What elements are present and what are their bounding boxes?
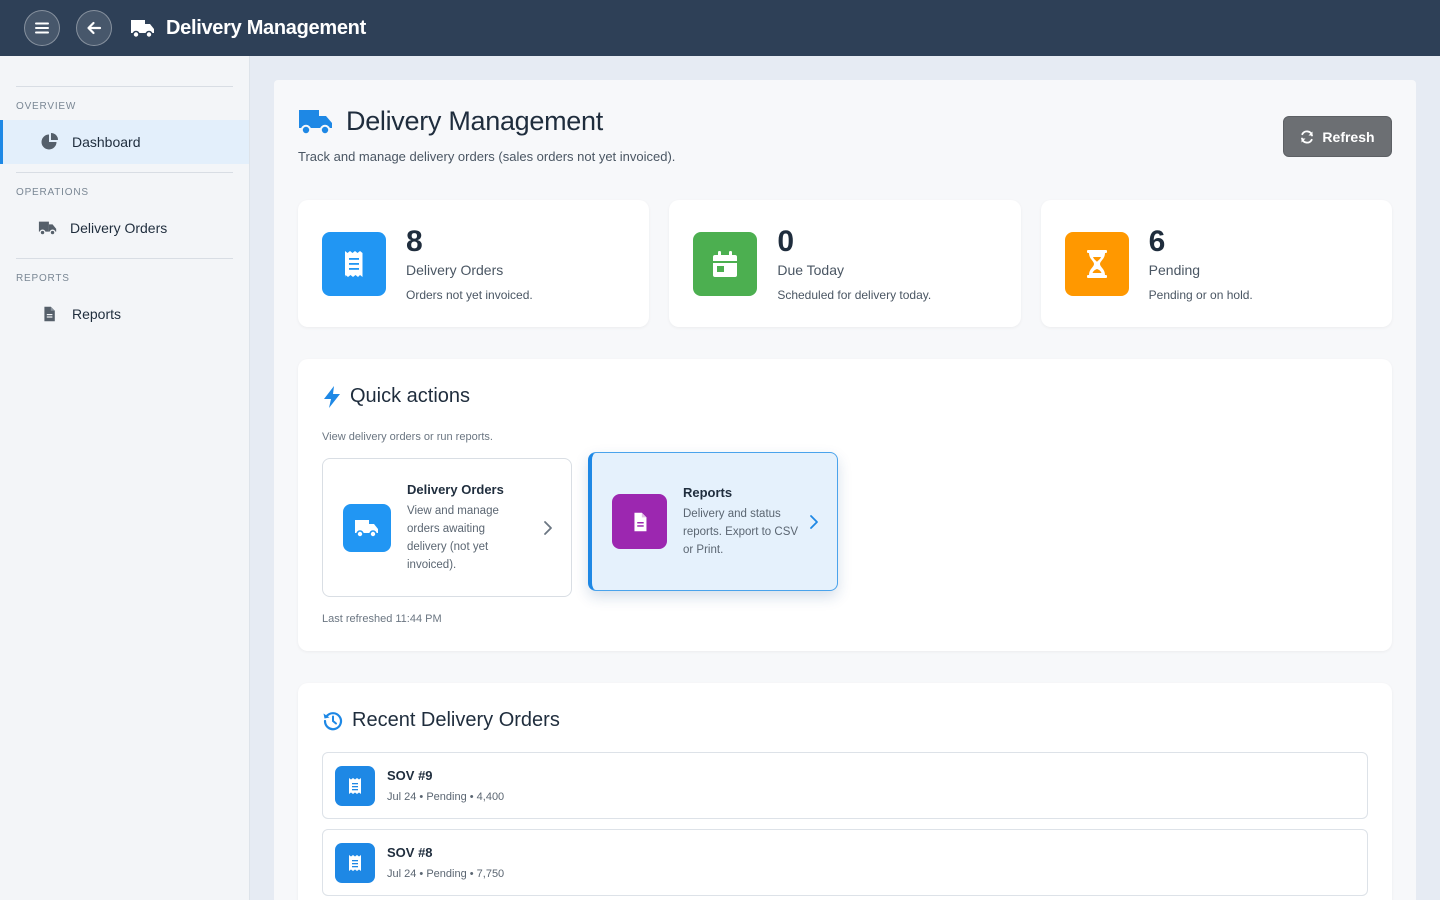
stat-card-delivery-orders[interactable]: 8 Delivery Orders Orders not yet invoice… [298, 200, 650, 327]
sidebar-item-label: Dashboard [72, 134, 141, 150]
sidebar: OVERVIEW Dashboard OPERATIONS Delivery O… [0, 56, 250, 900]
lightning-icon [324, 385, 340, 408]
stat-icon-box [1064, 231, 1129, 296]
quick-actions-title-text: Quick actions [350, 385, 471, 407]
receipt-icon [345, 250, 363, 277]
stat-label: Delivery Orders [406, 261, 504, 278]
truck-icon [38, 221, 57, 236]
stat-description: Pending or on hold. [1148, 287, 1253, 302]
order-title: SOV #8 [387, 845, 433, 860]
quick-action-delivery-orders[interactable]: Delivery Orders View and manage orders a… [322, 458, 572, 597]
stat-description: Scheduled for delivery today. [777, 287, 932, 302]
receipt-icon [349, 854, 361, 871]
stats-row: 8 Delivery Orders Orders not yet invoice… [298, 200, 1392, 327]
sidebar-item-reports[interactable]: Reports [0, 292, 249, 336]
order-icon-box [335, 842, 375, 883]
chevron-right-icon [544, 520, 552, 535]
order-title: SOV #9 [387, 768, 433, 783]
arrow-left-icon [87, 21, 102, 35]
page-subtitle: Track and manage delivery orders (sales … [298, 149, 676, 164]
stat-card-pending[interactable]: 6 Pending Pending or on hold. [1040, 200, 1392, 327]
stat-label: Due Today [777, 261, 845, 278]
quick-actions-card: Quick actions View delivery orders or ru… [298, 359, 1392, 651]
calendar-icon [713, 250, 738, 277]
recent-orders-card: Recent Delivery Orders SOV #9 Jul 24 • P… [298, 683, 1392, 900]
order-icon-box [335, 765, 375, 806]
sidebar-item-dashboard[interactable]: Dashboard [0, 120, 249, 164]
order-row[interactable]: SOV #8 Jul 24 • Pending • 7,750 [322, 829, 1368, 896]
order-row[interactable]: SOV #9 Jul 24 • Pending • 4,400 [322, 752, 1368, 819]
order-meta: Jul 24 • Pending • 4,400 [387, 791, 505, 803]
page-title: Delivery Management [298, 106, 675, 137]
pie-chart-icon [41, 133, 58, 150]
truck-icon [131, 20, 154, 39]
sidebar-heading-reports: REPORTS [16, 273, 70, 284]
tile-title: Reports [683, 484, 733, 500]
app-title-text: Delivery Management [166, 16, 366, 39]
quick-actions-title: Quick actions [322, 385, 470, 408]
quick-actions-subtitle: View delivery orders or run reports. [322, 431, 493, 443]
stat-value: 8 [406, 224, 423, 258]
last-refreshed: Last refreshed 11:44 PM [322, 613, 442, 625]
sidebar-item-delivery-orders[interactable]: Delivery Orders [0, 206, 249, 250]
refresh-button[interactable]: Refresh [1283, 116, 1392, 157]
page-header: Delivery Management Track and manage del… [298, 106, 675, 164]
tile-description: Delivery and status reports. Export to C… [683, 507, 799, 556]
sidebar-heading-overview: OVERVIEW [16, 101, 77, 112]
chevron-right-icon [810, 514, 818, 529]
file-icon [44, 306, 55, 322]
truck-icon [299, 109, 332, 135]
tile-title: Delivery Orders [407, 481, 504, 497]
stat-icon-box [322, 231, 386, 296]
file-icon [633, 512, 646, 531]
recent-orders-title-text: Recent Delivery Orders [352, 709, 560, 731]
sidebar-heading-operations: OPERATIONS [16, 187, 89, 198]
refresh-icon [1301, 130, 1314, 143]
back-button[interactable] [76, 10, 112, 46]
history-icon [323, 711, 343, 730]
tile-icon-box [612, 494, 667, 549]
tile-description: View and manage orders awaiting delivery… [407, 504, 499, 571]
sidebar-item-label: Reports [72, 306, 122, 322]
order-meta: Jul 24 • Pending • 7,750 [387, 868, 505, 880]
hourglass-icon [1086, 249, 1107, 278]
menu-button[interactable] [24, 10, 60, 46]
truck-icon [355, 519, 378, 538]
hamburger-icon [35, 22, 49, 34]
app-title: Delivery Management [128, 17, 366, 40]
stat-card-due-today[interactable]: 0 Due Today Scheduled for delivery today… [669, 200, 1021, 327]
stat-value: 6 [1148, 224, 1166, 258]
page-title-text: Delivery Management [346, 106, 603, 136]
recent-orders-title: Recent Delivery Orders [322, 709, 560, 732]
stat-label: Pending [1148, 261, 1201, 278]
sidebar-item-label: Delivery Orders [70, 220, 168, 236]
main-content: Delivery Management Track and manage del… [274, 80, 1416, 900]
tile-icon-box [343, 503, 391, 552]
refresh-button-label: Refresh [1322, 128, 1375, 145]
stat-icon-box [693, 231, 758, 296]
stat-description: Orders not yet invoiced. [406, 287, 533, 302]
quick-action-reports[interactable]: Reports Delivery and status reports. Exp… [588, 452, 838, 591]
top-bar: Delivery Management [0, 0, 1440, 56]
stat-value: 0 [777, 224, 795, 258]
receipt-icon [349, 777, 361, 794]
